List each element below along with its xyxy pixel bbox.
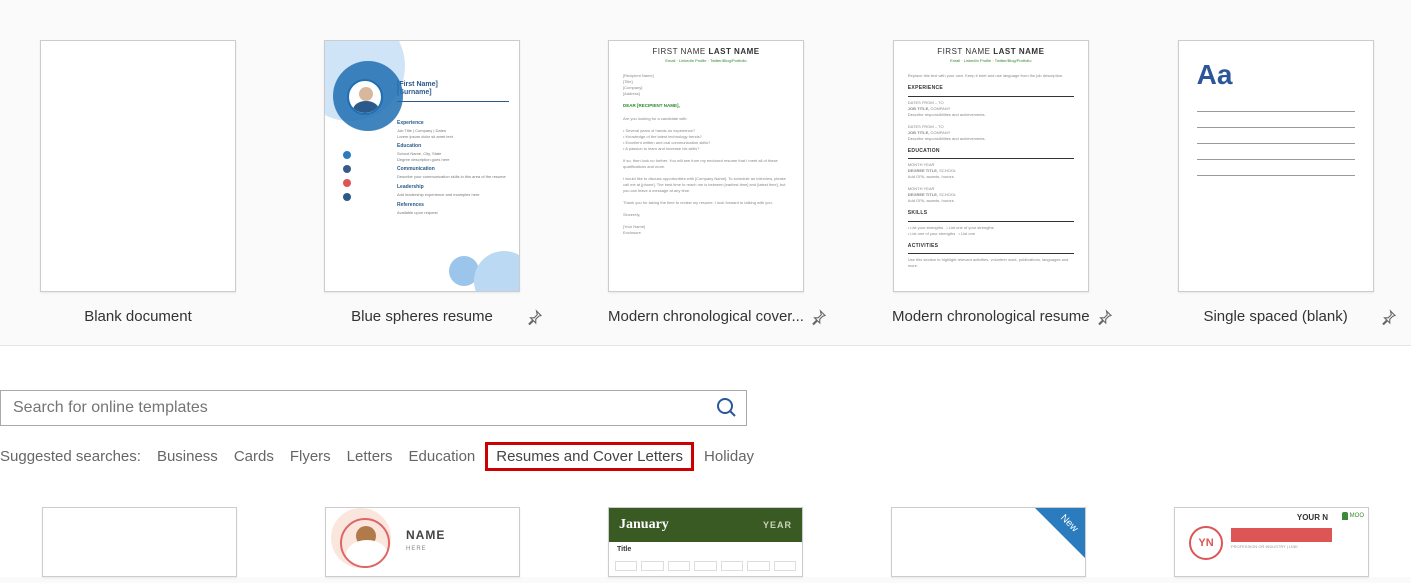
doc-name: FIRST NAME LAST NAME [609,47,803,56]
contact-icons [343,151,351,201]
ruled-line [1197,143,1355,144]
your-name: YOUR N [1297,513,1328,522]
section-heading: SKILLS [908,210,1074,218]
template-label: Blue spheres resume [351,308,493,325]
template-thumb-blue-spheres[interactable]: [First Name] [Surname] Experience Job Ti… [324,40,520,292]
suggested-cards[interactable]: Cards [228,445,280,468]
online-template-moo[interactable]: YN YOUR N PROFESSION OR INDUSTRY | LINK … [1174,507,1369,577]
template-label-row: Single spaced (blank) [1178,308,1374,325]
online-template-new[interactable]: New [891,507,1086,577]
online-template-photo-resume[interactable]: NAME HERE [325,507,520,577]
phone-icon [343,151,351,159]
pin-icon[interactable] [526,308,544,326]
template-chron-resume[interactable]: FIRST NAME LAST NAME Email · LinkedIn Pr… [892,40,1090,325]
section-heading: EDUCATION [908,148,1074,156]
template-label-row: Blue spheres resume [324,308,520,325]
name-sub: HERE [406,546,427,552]
last-name: LAST NAME [993,47,1044,56]
online-template-calendar[interactable]: January YEAR Title [608,507,803,577]
first-name: [First Name] [397,81,438,88]
subtitle: PROFESSION OR INDUSTRY | LINK [1231,544,1298,549]
section-heading: Leadership [397,184,509,191]
search-icon[interactable] [715,396,739,420]
avatar-placeholder-icon [347,79,383,115]
ruled-line [1197,111,1355,112]
surname: [Surname] [397,89,432,96]
mail-icon [343,165,351,173]
calendar-header: January YEAR [609,508,802,542]
section-heading: Education [397,143,509,150]
name-placeholder: [First Name] [Surname] [397,81,438,98]
suggested-holiday[interactable]: Holiday [698,445,760,468]
calendar-grid [609,557,802,575]
online-templates-row: NAME HERE January YEAR Title New YN YOUR… [0,471,1411,577]
template-thumb-chron-resume[interactable]: FIRST NAME LAST NAME Email · LinkedIn Pr… [893,40,1089,292]
salutation: DEAR [RECIPIENT NAME], [623,103,680,108]
template-blank-document[interactable]: Blank document [40,40,236,325]
featured-templates: Blank document [First Name] [Surname] [0,0,1411,346]
pin-icon[interactable] [1096,308,1114,326]
online-template-blank[interactable] [42,507,237,577]
accent-bar [1231,528,1332,542]
suggested-flyers[interactable]: Flyers [284,445,337,468]
suggested-business[interactable]: Business [151,445,224,468]
search-wrap [0,390,747,426]
suggested-label: Suggested searches: [0,448,141,465]
divider [397,101,509,102]
section-heading: References [397,202,509,209]
ruled-line [1197,175,1355,176]
template-thumb-cover-letter[interactable]: FIRST NAME LAST NAME Email · LinkedIn Pr… [608,40,804,292]
last-name: LAST NAME [708,47,759,56]
name-heading: NAME [406,528,445,542]
suggested-resumes[interactable]: Resumes and Cover Letters [485,442,694,471]
template-label: Modern chronological cover... [608,308,804,325]
initials-badge: YN [1189,526,1223,560]
template-label-row: Blank document [40,308,236,325]
template-label-row: Modern chronological cover... [608,308,804,325]
first-name: FIRST NAME [937,47,990,56]
template-label: Modern chronological resume [892,308,1090,325]
suggested-searches: Suggested searches: Business Cards Flyer… [0,442,1411,471]
avatar-icon [340,518,390,568]
template-cover-letter[interactable]: FIRST NAME LAST NAME Email · LinkedIn Pr… [608,40,804,325]
doc-name: FIRST NAME LAST NAME [894,47,1088,56]
calendar-title: Title [609,542,802,557]
pin-icon[interactable] [1380,308,1398,326]
template-thumb-blank[interactable] [40,40,236,292]
template-row: Blank document [First Name] [Surname] [40,40,1371,325]
template-blue-spheres[interactable]: [First Name] [Surname] Experience Job Ti… [324,40,520,325]
moo-logo-icon: MOO [1342,512,1364,520]
pin-icon[interactable] [810,308,828,326]
resume-body: Experience Job Title | Company | DatesLo… [397,116,509,215]
cover-body: [Recipient Name][Title][Company][Address… [609,63,803,246]
section-heading: Experience [397,120,509,127]
template-single-spaced[interactable]: Aa Single spaced (blank) [1178,40,1374,325]
new-corner [1035,508,1085,558]
template-label-row: Modern chronological resume [892,308,1090,325]
section-heading: Communication [397,166,509,173]
section-heading: ACTIVITIES [908,243,1074,251]
location-icon [343,179,351,187]
template-search-input[interactable] [0,390,747,426]
calendar-year: YEAR [763,520,792,530]
ruled-line [1197,127,1355,128]
suggested-education[interactable]: Education [403,445,482,468]
suggested-letters[interactable]: Letters [341,445,399,468]
decorative-circle-icon [474,251,520,292]
section-heading: EXPERIENCE [908,85,1074,93]
calendar-month: January [619,517,669,533]
ruled-line [1197,159,1355,160]
aa-glyph: Aa [1197,59,1233,91]
resume-body: Replace this text with your own. Keep it… [894,63,1088,279]
first-name: FIRST NAME [652,47,705,56]
template-label: Blank document [84,308,192,325]
search-section: Suggested searches: Business Cards Flyer… [0,346,1411,577]
template-label: Single spaced (blank) [1203,308,1347,325]
web-icon [343,193,351,201]
template-thumb-single-spaced[interactable]: Aa [1178,40,1374,292]
